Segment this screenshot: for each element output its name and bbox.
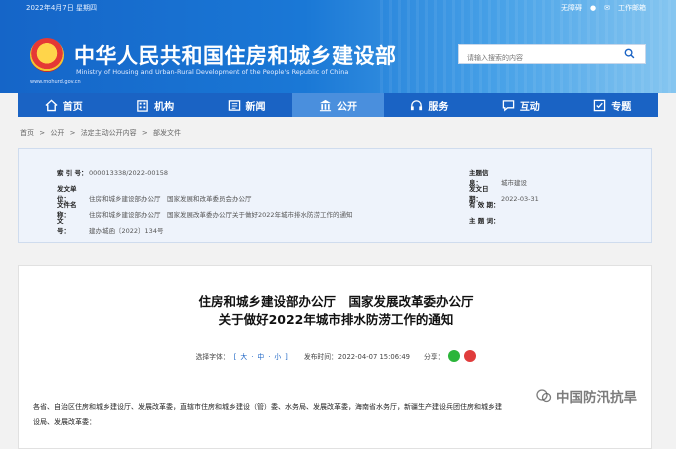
nav-home[interactable]: 首页 [18, 93, 109, 117]
nav-service-label: 服务 [428, 101, 449, 113]
nav-news[interactable]: 新闻 [201, 93, 292, 117]
meta-docnum-value: 建办城函〔2022〕134号 [89, 227, 164, 235]
news-icon [228, 99, 240, 111]
chat-icon [502, 99, 515, 112]
national-emblem-logo[interactable] [30, 38, 64, 72]
nav-institution-label: 机构 [154, 101, 175, 113]
weibo-share-icon[interactable] [464, 350, 477, 362]
wechat-logo-icon [536, 389, 552, 403]
nav-home-label: 首页 [62, 101, 83, 113]
watermark: 中国防汛抗旱 [536, 386, 637, 406]
article-title-line1: 住房和城乡建设部办公厅 国家发展改革委办公厅 [198, 294, 474, 309]
meta-docnum: 文 号： 建办城函〔2022〕134号 [57, 215, 163, 235]
font-label: 选择字体： [195, 353, 230, 361]
mail-icon: ✉ [604, 4, 610, 12]
nav-public-label: 公开 [336, 101, 357, 113]
nav-service[interactable]: 服务 [384, 93, 475, 117]
nav-topic[interactable]: 专题 [567, 93, 658, 117]
current-date: 2022年4月7日 星期四 [26, 4, 97, 12]
meta-keywords: 主 题 词： [469, 215, 501, 225]
site-title[interactable]: 中华人民共和国住房和城乡建设部 [74, 40, 397, 70]
font-dot: · [251, 353, 254, 361]
top-bar: 2022年4月7日 星期四 无障碍 ● ✉ 工作邮箱 [0, 0, 676, 16]
document-meta-box: 索 引 号：000013338/2022-00158 发文单位： 住房和城乡建设部… [18, 148, 652, 243]
wechat-share-icon[interactable] [448, 350, 461, 362]
site-subtitle: Ministry of Housing and Urban-Rural Deve… [76, 68, 349, 76]
site-header: 2022年4月7日 星期四 无障碍 ● ✉ 工作邮箱 中华人民共和国住房和城乡建… [0, 0, 676, 93]
wechat-icon[interactable]: ● [590, 4, 596, 12]
site-url: www.mohurd.gov.cn [30, 79, 81, 85]
meta-index: 索 引 号：000013338/2022-00158 [57, 167, 168, 177]
font-size-selector: 选择字体： [大 · 中 · 小] [196, 351, 290, 361]
breadcrumb-separator: > [69, 129, 76, 137]
nav-topic-label: 专题 [611, 101, 632, 113]
font-small-button[interactable]: 小 [274, 353, 281, 361]
font-bracket-open: [ [233, 353, 237, 361]
work-mail-link[interactable]: 工作邮箱 [618, 3, 646, 13]
publish-info: 发布时间：2022-04-07 15:06:49 [304, 351, 410, 361]
breadcrumb-public[interactable]: 公开 [50, 129, 64, 137]
columns-icon [319, 99, 332, 111]
meta-docnum-label: 文 号： [57, 217, 77, 235]
meta-validity: 有 效 期： [469, 199, 501, 209]
home-icon [45, 98, 58, 111]
meta-validity-label: 有 效 期： [469, 201, 500, 209]
meta-keywords-label: 主 题 词： [469, 217, 500, 225]
breadcrumb-statutory[interactable]: 法定主动公开内容 [81, 129, 137, 137]
body-line: 设局、发展改革委： [33, 418, 96, 426]
font-bracket-close: ] [285, 353, 288, 361]
share-label: 分享： [423, 353, 445, 361]
publish-time: 2022-04-07 15:06:49 [337, 353, 410, 361]
main-nav: 首页 机构 新闻 公开 服务 互动 专题 [18, 93, 658, 117]
article-panel: 住房和城乡建设部办公厅 国家发展改革委办公厅 关于做好2022年城市排水防涝工作… [18, 265, 652, 449]
watermark-text: 中国防汛抗旱 [556, 390, 637, 406]
nav-interact[interactable]: 互动 [475, 93, 566, 117]
service-icon [411, 99, 423, 110]
search-icon[interactable] [624, 48, 635, 59]
breadcrumb-separator: > [141, 129, 148, 137]
breadcrumb: 首页 > 公开 > 法定主动公开内容 > 部发文件 [20, 128, 184, 138]
breadcrumb-separator: > [39, 129, 46, 137]
publish-label: 发布时间： [303, 353, 338, 361]
nav-public[interactable]: 公开 [292, 93, 384, 117]
share-group: 分享： [423, 350, 477, 362]
nav-institution[interactable]: 机构 [109, 93, 200, 117]
accessibility-link[interactable]: 无障碍 [561, 3, 582, 13]
building-icon [137, 99, 148, 112]
meta-index-value: 000013338/2022-00158 [89, 169, 168, 177]
search-input[interactable] [459, 49, 619, 67]
top-links: 无障碍 ● ✉ 工作邮箱 [561, 3, 646, 13]
breadcrumb-dept-docs[interactable]: 部发文件 [153, 129, 181, 137]
article-title-line2: 关于做好2022年城市排水防涝工作的通知 [218, 312, 454, 327]
topic-icon [593, 99, 606, 111]
font-medium-button[interactable]: 中 [257, 353, 264, 361]
nav-interact-label: 互动 [519, 101, 540, 113]
meta-index-label: 索 引 号： [57, 169, 88, 177]
nav-news-label: 新闻 [245, 101, 266, 113]
font-dot: · [268, 353, 271, 361]
meta-date-value: 2022-03-31 [501, 195, 539, 203]
article-info-bar: 选择字体： [大 · 中 · 小] 发布时间：2022-04-07 15:06:49 分… [19, 350, 653, 362]
font-large-button[interactable]: 大 [240, 353, 247, 361]
search-box [458, 44, 646, 67]
breadcrumb-home[interactable]: 首页 [20, 129, 34, 137]
